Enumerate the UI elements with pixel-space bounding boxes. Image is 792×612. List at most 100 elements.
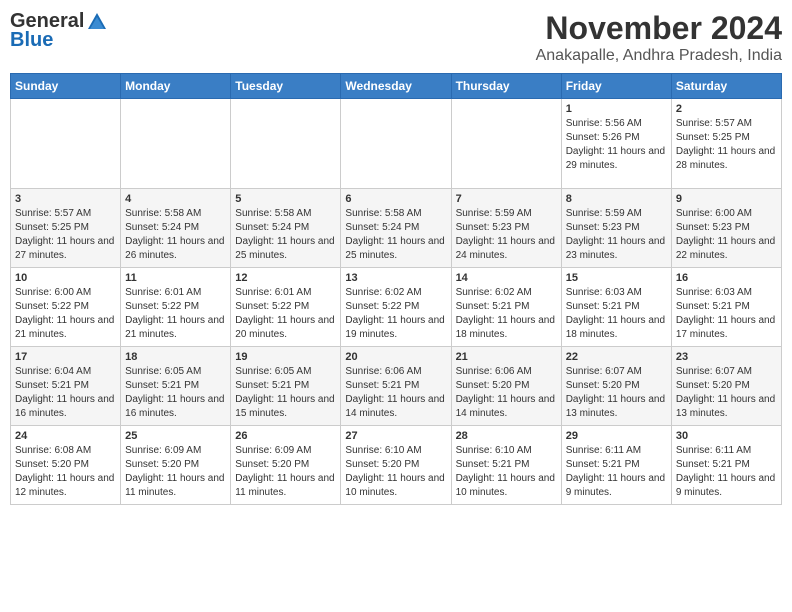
calendar-cell: 19 Sunrise: 6:05 AMSunset: 5:21 PMDayligh… [231,347,341,426]
day-number: 25 [125,430,226,442]
calendar-cell: 3 Sunrise: 5:57 AMSunset: 5:25 PMDaylight… [11,189,121,268]
calendar-cell: 11Sunrise: 6:01 AMSunset: 5:22 PMDayligh… [121,268,231,347]
calendar-cell: 12Sunrise: 6:01 AMSunset: 5:22 PMDayligh… [231,268,341,347]
calendar-cell: 10 Sunrise: 6:00 AMSunset: 5:22 PMDayligh… [11,268,121,347]
calendar-cell: 18 Sunrise: 6:05 AMSunset: 5:21 PMDayligh… [121,347,231,426]
calendar-cell: 25 Sunrise: 6:09 AMSunset: 5:20 PMDayligh… [121,426,231,505]
calendar-cell [121,99,231,189]
day-number: 13 [345,272,446,284]
day-number: 4 [125,193,226,205]
day-info: Sunrise: 6:05 AMSunset: 5:21 PMDaylight:… [125,365,226,421]
calendar-cell: 23 Sunrise: 6:07 AMSunset: 5:20 PMDayligh… [671,347,781,426]
day-info: Sunrise: 6:07 AMSunset: 5:20 PMDaylight:… [566,365,667,421]
calendar-table: SundayMondayTuesdayWednesdayThursdayFrid… [10,73,782,505]
day-info: Sunrise: 5:59 AMSunset: 5:23 PMDaylight:… [566,207,667,263]
calendar-cell: 7 Sunrise: 5:59 AMSunset: 5:23 PMDaylight… [451,189,561,268]
day-number: 29 [566,430,667,442]
day-number: 10 [15,272,116,284]
title-block: November 2024 Anakapalle, Andhra Pradesh… [536,10,782,65]
day-info: Sunrise: 6:03 AMSunset: 5:21 PMDaylight:… [676,286,777,342]
weekday-header: Monday [121,74,231,99]
logo-icon [86,11,108,33]
day-info: Sunrise: 6:05 AMSunset: 5:21 PMDaylight:… [235,365,336,421]
day-info: Sunrise: 6:00 AMSunset: 5:22 PMDaylight:… [15,286,116,342]
day-info: Sunrise: 6:02 AMSunset: 5:22 PMDaylight:… [345,286,446,342]
day-info: Sunrise: 6:03 AMSunset: 5:21 PMDaylight:… [566,286,667,342]
day-info: Sunrise: 6:00 AMSunset: 5:23 PMDaylight:… [676,207,777,263]
calendar-cell: 8Sunrise: 5:59 AMSunset: 5:23 PMDaylight… [561,189,671,268]
day-number: 14 [456,272,557,284]
day-number: 16 [676,272,777,284]
day-info: Sunrise: 5:58 AMSunset: 5:24 PMDaylight:… [345,207,446,263]
calendar-cell: 2 Sunrise: 5:57 AMSunset: 5:25 PMDaylight… [671,99,781,189]
calendar-week-row: 3 Sunrise: 5:57 AMSunset: 5:25 PMDaylight… [11,189,782,268]
calendar-cell: 6 Sunrise: 5:58 AMSunset: 5:24 PMDaylight… [341,189,451,268]
day-number: 23 [676,351,777,363]
day-info: Sunrise: 5:56 AMSunset: 5:26 PMDaylight:… [566,117,667,173]
calendar-cell: 9 Sunrise: 6:00 AMSunset: 5:23 PMDaylight… [671,189,781,268]
calendar-cell [341,99,451,189]
day-info: Sunrise: 6:10 AMSunset: 5:21 PMDaylight:… [456,444,557,500]
day-info: Sunrise: 5:57 AMSunset: 5:25 PMDaylight:… [676,117,777,173]
calendar-cell: 13 Sunrise: 6:02 AMSunset: 5:22 PMDayligh… [341,268,451,347]
calendar-cell: 15Sunrise: 6:03 AMSunset: 5:21 PMDayligh… [561,268,671,347]
calendar-cell: 26 Sunrise: 6:09 AMSunset: 5:20 PMDayligh… [231,426,341,505]
day-info: Sunrise: 6:09 AMSunset: 5:20 PMDaylight:… [125,444,226,500]
calendar-cell: 16 Sunrise: 6:03 AMSunset: 5:21 PMDayligh… [671,268,781,347]
calendar-cell: 14 Sunrise: 6:02 AMSunset: 5:21 PMDayligh… [451,268,561,347]
day-number: 11 [125,272,226,284]
day-info: Sunrise: 6:09 AMSunset: 5:20 PMDaylight:… [235,444,336,500]
calendar-cell: 1Sunrise: 5:56 AMSunset: 5:26 PMDaylight… [561,99,671,189]
weekday-header: Wednesday [341,74,451,99]
day-number: 3 [15,193,116,205]
weekday-header-row: SundayMondayTuesdayWednesdayThursdayFrid… [11,74,782,99]
day-info: Sunrise: 6:08 AMSunset: 5:20 PMDaylight:… [15,444,116,500]
day-number: 7 [456,193,557,205]
logo: General Blue [10,10,108,52]
calendar-week-row: 17 Sunrise: 6:04 AMSunset: 5:21 PMDayligh… [11,347,782,426]
day-number: 30 [676,430,777,442]
day-info: Sunrise: 6:11 AMSunset: 5:21 PMDaylight:… [566,444,667,500]
calendar-cell: 30Sunrise: 6:11 AMSunset: 5:21 PMDayligh… [671,426,781,505]
day-info: Sunrise: 6:01 AMSunset: 5:22 PMDaylight:… [235,286,336,342]
calendar-cell [11,99,121,189]
day-info: Sunrise: 6:10 AMSunset: 5:20 PMDaylight:… [345,444,446,500]
day-info: Sunrise: 6:04 AMSunset: 5:21 PMDaylight:… [15,365,116,421]
day-info: Sunrise: 6:06 AMSunset: 5:20 PMDaylight:… [456,365,557,421]
day-number: 9 [676,193,777,205]
day-info: Sunrise: 6:07 AMSunset: 5:20 PMDaylight:… [676,365,777,421]
calendar-week-row: 24 Sunrise: 6:08 AMSunset: 5:20 PMDayligh… [11,426,782,505]
day-number: 19 [235,351,336,363]
day-number: 17 [15,351,116,363]
month-title: November 2024 [536,10,782,47]
day-number: 5 [235,193,336,205]
weekday-header: Thursday [451,74,561,99]
weekday-header: Sunday [11,74,121,99]
day-number: 18 [125,351,226,363]
day-info: Sunrise: 5:58 AMSunset: 5:24 PMDaylight:… [125,207,226,263]
day-number: 6 [345,193,446,205]
day-number: 2 [676,103,777,115]
location-title: Anakapalle, Andhra Pradesh, India [536,47,782,65]
weekday-header: Tuesday [231,74,341,99]
day-number: 28 [456,430,557,442]
logo-blue: Blue [10,29,53,52]
calendar-cell [451,99,561,189]
day-info: Sunrise: 5:57 AMSunset: 5:25 PMDaylight:… [15,207,116,263]
day-info: Sunrise: 6:02 AMSunset: 5:21 PMDaylight:… [456,286,557,342]
day-number: 21 [456,351,557,363]
day-number: 27 [345,430,446,442]
calendar-cell: 21 Sunrise: 6:06 AMSunset: 5:20 PMDayligh… [451,347,561,426]
day-info: Sunrise: 6:06 AMSunset: 5:21 PMDaylight:… [345,365,446,421]
day-info: Sunrise: 5:58 AMSunset: 5:24 PMDaylight:… [235,207,336,263]
day-number: 20 [345,351,446,363]
day-number: 24 [15,430,116,442]
day-number: 26 [235,430,336,442]
calendar-cell: 20 Sunrise: 6:06 AMSunset: 5:21 PMDayligh… [341,347,451,426]
calendar-cell: 28 Sunrise: 6:10 AMSunset: 5:21 PMDayligh… [451,426,561,505]
calendar-cell: 29 Sunrise: 6:11 AMSunset: 5:21 PMDayligh… [561,426,671,505]
weekday-header: Saturday [671,74,781,99]
calendar-week-row: 10 Sunrise: 6:00 AMSunset: 5:22 PMDayligh… [11,268,782,347]
calendar-cell: 24 Sunrise: 6:08 AMSunset: 5:20 PMDayligh… [11,426,121,505]
day-info: Sunrise: 5:59 AMSunset: 5:23 PMDaylight:… [456,207,557,263]
